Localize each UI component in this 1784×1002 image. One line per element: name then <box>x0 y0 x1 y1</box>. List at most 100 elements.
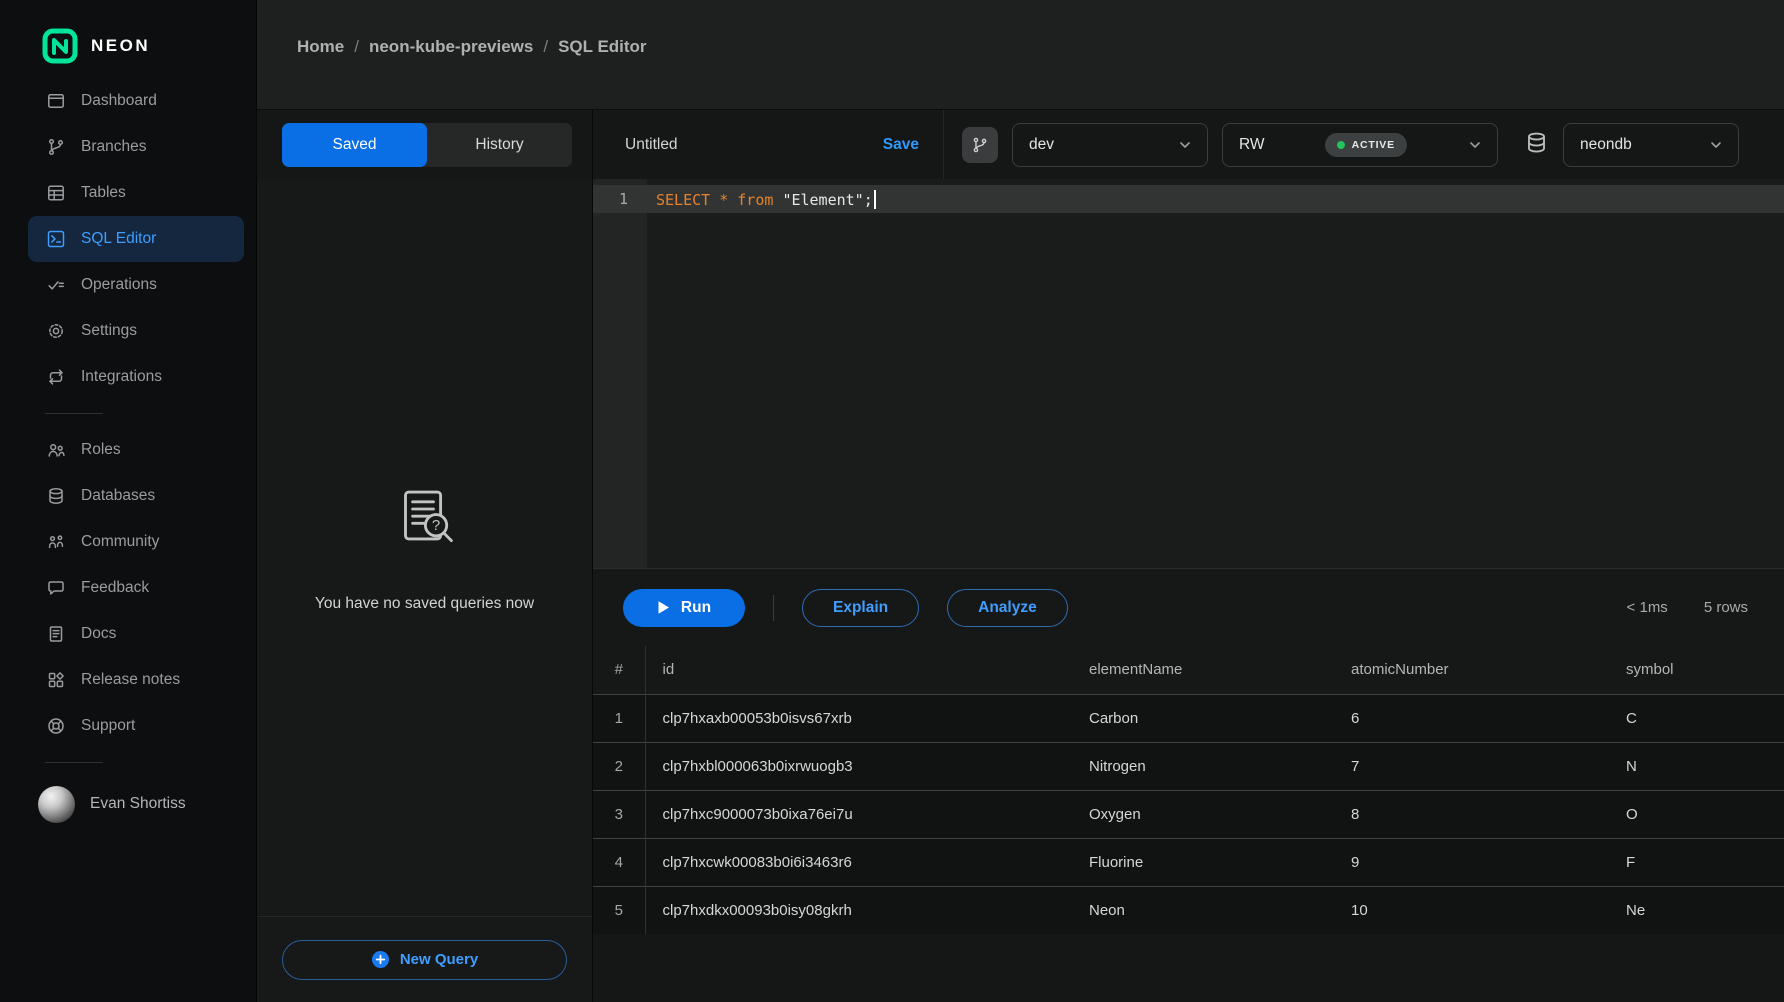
query-title-bar: Untitled Save <box>593 110 944 179</box>
run-button[interactable]: Run <box>623 589 745 627</box>
results-header-row: # id elementName atomicNumber symbol <box>593 646 1784 694</box>
sql-code-editor[interactable]: 1 SELECT * from "Element"; <box>593 179 1784 568</box>
document-icon <box>45 623 67 645</box>
chevron-down-icon <box>1467 137 1483 153</box>
cell-row-number: 5 <box>593 886 645 934</box>
results-table: # id elementName atomicNumber symbol <box>593 646 1784 934</box>
sidebar-item-label: Community <box>81 533 159 551</box>
query-actions-bar: Run Explain Analyze < 1ms 5 rows <box>593 568 1784 646</box>
sidebar-nav: Dashboard Branches Tables SQL Editor <box>0 78 256 828</box>
sidebar-item-branches[interactable]: Branches <box>28 124 244 170</box>
breadcrumb-separator: / <box>354 37 359 57</box>
connection-controls: dev RW ACTIVE <box>944 110 1784 179</box>
breadcrumb-separator: / <box>543 37 548 57</box>
query-row-count: 5 rows <box>1704 599 1748 616</box>
branch-select[interactable]: dev <box>1012 123 1208 167</box>
database-select[interactable]: neondb <box>1563 123 1739 167</box>
explain-button[interactable]: Explain <box>802 589 919 627</box>
sidebar-item-databases[interactable]: Databases <box>28 473 244 519</box>
empty-queries-icon: ? <box>386 483 464 561</box>
chevron-down-icon <box>1177 137 1193 153</box>
saved-queries-empty-state: ? You have no saved queries now <box>257 179 592 916</box>
sidebar-item-operations[interactable]: Operations <box>28 262 244 308</box>
table-row[interactable]: 1 clp7hxaxb00053b0isvs67xrb Carbon 6 C <box>593 694 1784 742</box>
integrations-icon <box>45 366 67 388</box>
cell-symbol: N <box>1609 742 1784 790</box>
lifebuoy-icon <box>45 715 67 737</box>
sidebar-item-support[interactable]: Support <box>28 703 244 749</box>
query-results: # id elementName atomicNumber symbol <box>593 646 1784 1002</box>
breadcrumb-current-page: SQL Editor <box>558 37 646 57</box>
table-row[interactable]: 4 clp7hxcwk00083b0i6i3463r6 Fluorine 9 F <box>593 838 1784 886</box>
roles-icon <box>45 439 67 461</box>
sidebar-item-label: Feedback <box>81 579 149 597</box>
editor-gutter <box>593 179 647 568</box>
query-title[interactable]: Untitled <box>625 136 678 154</box>
sidebar-item-tables[interactable]: Tables <box>28 170 244 216</box>
table-row[interactable]: 2 clp7hxbl000063b0ixrwuogb3 Nitrogen 7 N <box>593 742 1784 790</box>
code-text: SELECT * from "Element"; <box>647 190 876 209</box>
cell-symbol: F <box>1609 838 1784 886</box>
cell-element-name: Fluorine <box>1072 838 1334 886</box>
line-number: 1 <box>593 190 647 208</box>
sidebar-item-community[interactable]: Community <box>28 519 244 565</box>
git-branch-icon <box>45 136 67 158</box>
sidebar-item-sql-editor[interactable]: SQL Editor <box>28 216 244 262</box>
sidebar-item-docs[interactable]: Docs <box>28 611 244 657</box>
branch-chip-icon <box>962 127 998 163</box>
column-header-index: # <box>593 646 645 694</box>
play-icon <box>657 600 670 615</box>
table-row[interactable]: 3 clp7hxc9000073b0ixa76ei7u Oxygen 8 O <box>593 790 1784 838</box>
sidebar-item-roles[interactable]: Roles <box>28 427 244 473</box>
cell-element-name: Oxygen <box>1072 790 1334 838</box>
neon-logo-icon <box>42 28 78 64</box>
user-name: Evan Shortiss <box>90 795 186 813</box>
queries-panel-footer: New Query <box>257 916 592 1002</box>
cell-atomic-number: 9 <box>1334 838 1609 886</box>
sidebar-item-feedback[interactable]: Feedback <box>28 565 244 611</box>
sidebar-item-label: SQL Editor <box>81 230 156 248</box>
tab-saved[interactable]: Saved <box>282 123 427 167</box>
run-button-label: Run <box>681 599 711 617</box>
sidebar-item-label: Tables <box>81 184 126 202</box>
analyze-button[interactable]: Analyze <box>947 589 1068 627</box>
text-cursor <box>874 190 876 209</box>
gear-icon <box>45 320 67 342</box>
sidebar-item-label: Integrations <box>81 368 162 386</box>
table-icon <box>45 182 67 204</box>
table-row[interactable]: 5 clp7hxdkx00093b0isy08gkrh Neon 10 Ne <box>593 886 1784 934</box>
save-button[interactable]: Save <box>883 136 919 154</box>
sidebar-item-settings[interactable]: Settings <box>28 308 244 354</box>
speech-bubble-icon <box>45 577 67 599</box>
breadcrumb-home[interactable]: Home <box>297 37 344 57</box>
compute-select[interactable]: RW ACTIVE <box>1222 123 1498 167</box>
status-badge: ACTIVE <box>1325 133 1407 157</box>
sidebar-divider <box>45 413 103 414</box>
breadcrumb-project[interactable]: neon-kube-previews <box>369 37 533 57</box>
dashboard-icon <box>45 90 67 112</box>
cell-symbol: C <box>1609 694 1784 742</box>
cell-id: clp7hxc9000073b0ixa76ei7u <box>645 790 1072 838</box>
new-query-label: New Query <box>400 951 478 968</box>
cell-row-number: 2 <box>593 742 645 790</box>
sidebar-item-integrations[interactable]: Integrations <box>28 354 244 400</box>
workspace: Saved History ? You have no saved querie… <box>257 110 1784 1002</box>
new-query-button[interactable]: New Query <box>282 940 567 980</box>
tab-history[interactable]: History <box>427 123 572 167</box>
column-header-id: id <box>645 646 1072 694</box>
column-header-element-name: elementName <box>1072 646 1334 694</box>
cell-row-number: 3 <box>593 790 645 838</box>
breadcrumb: Home / neon-kube-previews / SQL Editor <box>257 0 1784 110</box>
sidebar-item-label: Settings <box>81 322 137 340</box>
cell-id: clp7hxbl000063b0ixrwuogb3 <box>645 742 1072 790</box>
cell-element-name: Carbon <box>1072 694 1334 742</box>
user-menu[interactable]: Evan Shortiss <box>28 780 244 828</box>
query-duration: < 1ms <box>1627 599 1668 616</box>
release-notes-icon <box>45 669 67 691</box>
brand-logo[interactable]: NEON <box>0 24 256 68</box>
sidebar-item-dashboard[interactable]: Dashboard <box>28 78 244 124</box>
sidebar-item-release-notes[interactable]: Release notes <box>28 657 244 703</box>
cell-atomic-number: 6 <box>1334 694 1609 742</box>
cell-id: clp7hxaxb00053b0isvs67xrb <box>645 694 1072 742</box>
main-content: Home / neon-kube-previews / SQL Editor S… <box>257 0 1784 1002</box>
